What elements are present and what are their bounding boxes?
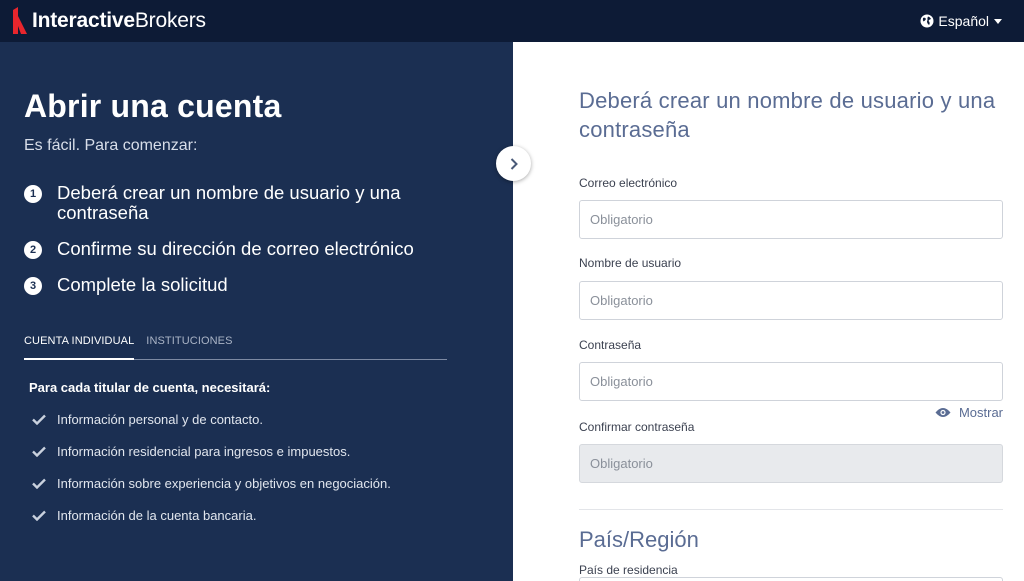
country-section-title: País/Región — [579, 527, 699, 552]
globe-icon — [920, 14, 934, 28]
page-title: Abrir una cuenta — [24, 88, 282, 124]
steps-list: 1 Deberá crear un nombre de usuario y un… — [24, 183, 489, 295]
brand-name: InteractiveBrokers — [32, 9, 206, 33]
requirement-item: Información de la cuenta bancaria. — [32, 508, 489, 523]
caret-down-icon — [994, 18, 1002, 24]
step-text: Confirme su dirección de correo electrón… — [57, 238, 414, 259]
brokers-logo-icon — [13, 7, 27, 34]
requirement-text: Información de la cuenta bancaria. — [57, 508, 257, 523]
email-field[interactable] — [579, 200, 1003, 239]
brand-name-light: Brokers — [134, 9, 206, 32]
step-text: Deberá crear un nombre de usuario y una … — [57, 182, 401, 223]
residence-country-label: País de residencia — [579, 563, 678, 577]
password-label: Contraseña — [579, 338, 642, 352]
account-type-tabs: CUENTA INDIVIDUAL INSTITUCIONES — [24, 335, 447, 360]
info-panel: Abrir una cuenta Es fácil. Para comenzar… — [0, 42, 513, 581]
username-field[interactable] — [579, 281, 1003, 320]
language-selector[interactable]: Español — [920, 13, 1002, 29]
top-bar: InteractiveBrokers Español — [0, 0, 1024, 42]
tab-institutions[interactable]: INSTITUCIONES — [146, 335, 232, 359]
password-field[interactable] — [579, 362, 1003, 401]
step-item: 3 Complete la solicitud — [24, 275, 489, 295]
check-icon — [32, 414, 46, 425]
username-label: Nombre de usuario — [579, 256, 682, 270]
step-number: 2 — [24, 241, 42, 259]
panel-toggle-button[interactable] — [496, 146, 531, 181]
page-subtitle: Es fácil. Para comenzar: — [24, 137, 198, 154]
step-text: Complete la solicitud — [57, 274, 228, 295]
step-number: 1 — [24, 185, 42, 203]
requirement-text: Información personal y de contacto. — [57, 412, 263, 427]
requirement-item: Información sobre experiencia y objetivo… — [32, 476, 489, 491]
step-item: 2 Confirme su dirección de correo electr… — [24, 239, 489, 259]
email-label: Correo electrónico — [579, 176, 678, 190]
brand-logo[interactable]: InteractiveBrokers — [10, 0, 206, 42]
check-icon — [32, 510, 46, 521]
residence-country-select[interactable] — [579, 577, 1003, 581]
requirement-item: Información personal y de contacto. — [32, 412, 489, 427]
requirement-item: Información residencial para ingresos e … — [32, 444, 489, 459]
form-title: Deberá crear un nombre de usuario y una … — [579, 88, 996, 142]
language-label: Español — [938, 13, 989, 29]
brand-name-bold: Interactive — [32, 9, 135, 32]
step-item: 1 Deberá crear un nombre de usuario y un… — [24, 183, 489, 223]
requirements-list: Información personal y de contacto. Info… — [32, 412, 489, 523]
show-password-toggle[interactable]: Mostrar — [579, 405, 1003, 420]
confirm-password-field[interactable] — [579, 444, 1003, 483]
tab-individual-account[interactable]: CUENTA INDIVIDUAL — [24, 335, 135, 360]
section-divider — [579, 509, 1003, 510]
requirement-text: Información residencial para ingresos e … — [57, 444, 351, 459]
signup-form: Deberá crear un nombre de usuario y una … — [579, 42, 1003, 577]
requirements-title: Para cada titular de cuenta, necesitará: — [29, 380, 271, 395]
requirement-text: Información sobre experiencia y objetivo… — [57, 476, 391, 491]
step-number: 3 — [24, 277, 42, 295]
check-icon — [32, 446, 46, 457]
show-password-label: Mostrar — [958, 405, 1003, 420]
eye-icon — [935, 408, 951, 417]
confirm-password-label: Confirmar contraseña — [579, 420, 695, 434]
check-icon — [32, 478, 46, 489]
chevron-right-icon — [510, 157, 518, 170]
